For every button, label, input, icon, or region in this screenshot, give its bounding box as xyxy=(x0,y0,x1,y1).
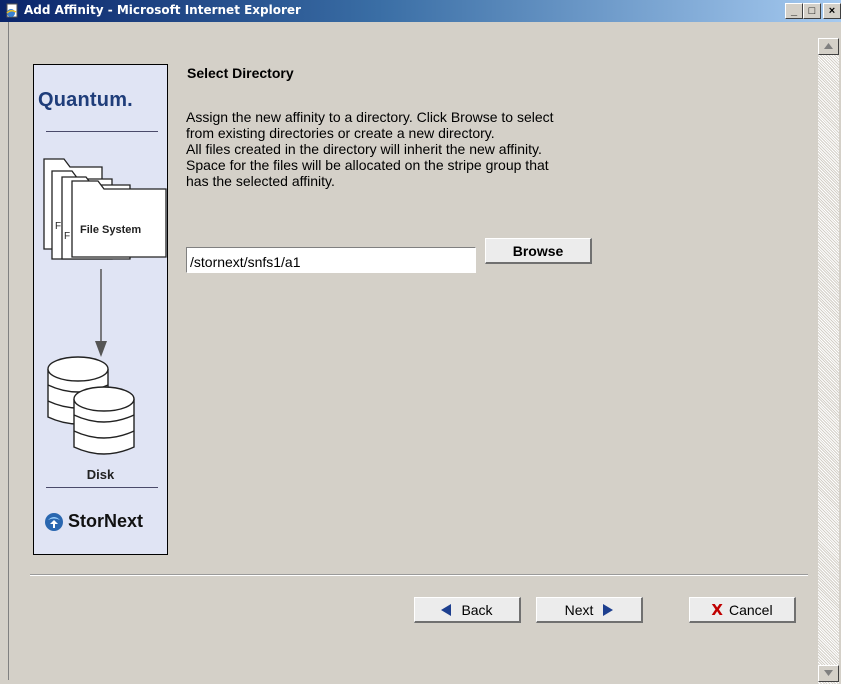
close-icon: × xyxy=(828,5,836,17)
file-system-icon: F F File System xyxy=(43,158,167,260)
ie-page-icon xyxy=(6,3,18,18)
stornext-globe-icon xyxy=(45,512,63,531)
file-system-label: File System xyxy=(80,224,141,236)
back-arrow-icon xyxy=(441,603,452,616)
next-arrow-icon xyxy=(603,603,614,616)
minimize-icon: _ xyxy=(790,5,798,17)
directory-path-input[interactable] xyxy=(186,247,476,273)
sidebar-divider xyxy=(46,487,158,488)
window-titlebar[interactable]: Add Affinity - Microsoft Internet Explor… xyxy=(0,0,841,22)
scroll-down-button[interactable] xyxy=(818,665,839,682)
instructions-line: All files created in the directory will … xyxy=(186,141,542,157)
next-button-label: Next xyxy=(564,601,594,618)
sidebar-divider xyxy=(46,131,158,132)
instructions-line: has the selected affinity. xyxy=(186,173,335,189)
instructions-line: Assign the new affinity to a directory. … xyxy=(186,109,554,125)
stornext-label: StorNext xyxy=(68,511,144,531)
window-title: Add Affinity - Microsoft Internet Explor… xyxy=(24,3,301,17)
page-title: Select Directory xyxy=(187,65,294,81)
instructions-text: Assign the new affinity to a directory. … xyxy=(186,109,716,189)
footer-divider xyxy=(30,574,808,576)
scroll-up-button[interactable] xyxy=(818,38,839,55)
svg-text:F: F xyxy=(55,221,61,232)
next-button[interactable]: Next xyxy=(536,597,643,623)
down-arrow-icon xyxy=(824,670,833,676)
svg-text:F: F xyxy=(64,231,70,242)
down-arrow-icon xyxy=(95,269,107,357)
up-arrow-icon xyxy=(824,43,833,49)
minimize-button[interactable]: _ xyxy=(785,3,803,19)
cancel-x-icon: X xyxy=(711,600,723,619)
vertical-scrollbar[interactable] xyxy=(818,38,839,684)
browse-button[interactable]: Browse xyxy=(485,238,592,264)
quantum-logo: Quantum. xyxy=(38,89,133,111)
cancel-button-label: Cancel xyxy=(728,601,773,618)
stornext-logo: StorNext xyxy=(44,511,143,532)
disk-icon xyxy=(47,356,135,455)
disk-label: Disk xyxy=(86,467,115,482)
instructions-line: from existing directories or create a ne… xyxy=(186,125,495,141)
maximize-icon: □ xyxy=(808,5,816,17)
cancel-button[interactable]: X Cancel xyxy=(689,597,796,623)
maximize-button[interactable]: □ xyxy=(803,3,821,19)
close-button[interactable]: × xyxy=(823,3,841,19)
back-button[interactable]: Back xyxy=(414,597,521,623)
instructions-line: Space for the files will be allocated on… xyxy=(186,157,549,173)
wizard-sidebar: Quantum. F F File System Disk StorNext xyxy=(33,64,168,555)
back-button-label: Back xyxy=(461,601,493,618)
